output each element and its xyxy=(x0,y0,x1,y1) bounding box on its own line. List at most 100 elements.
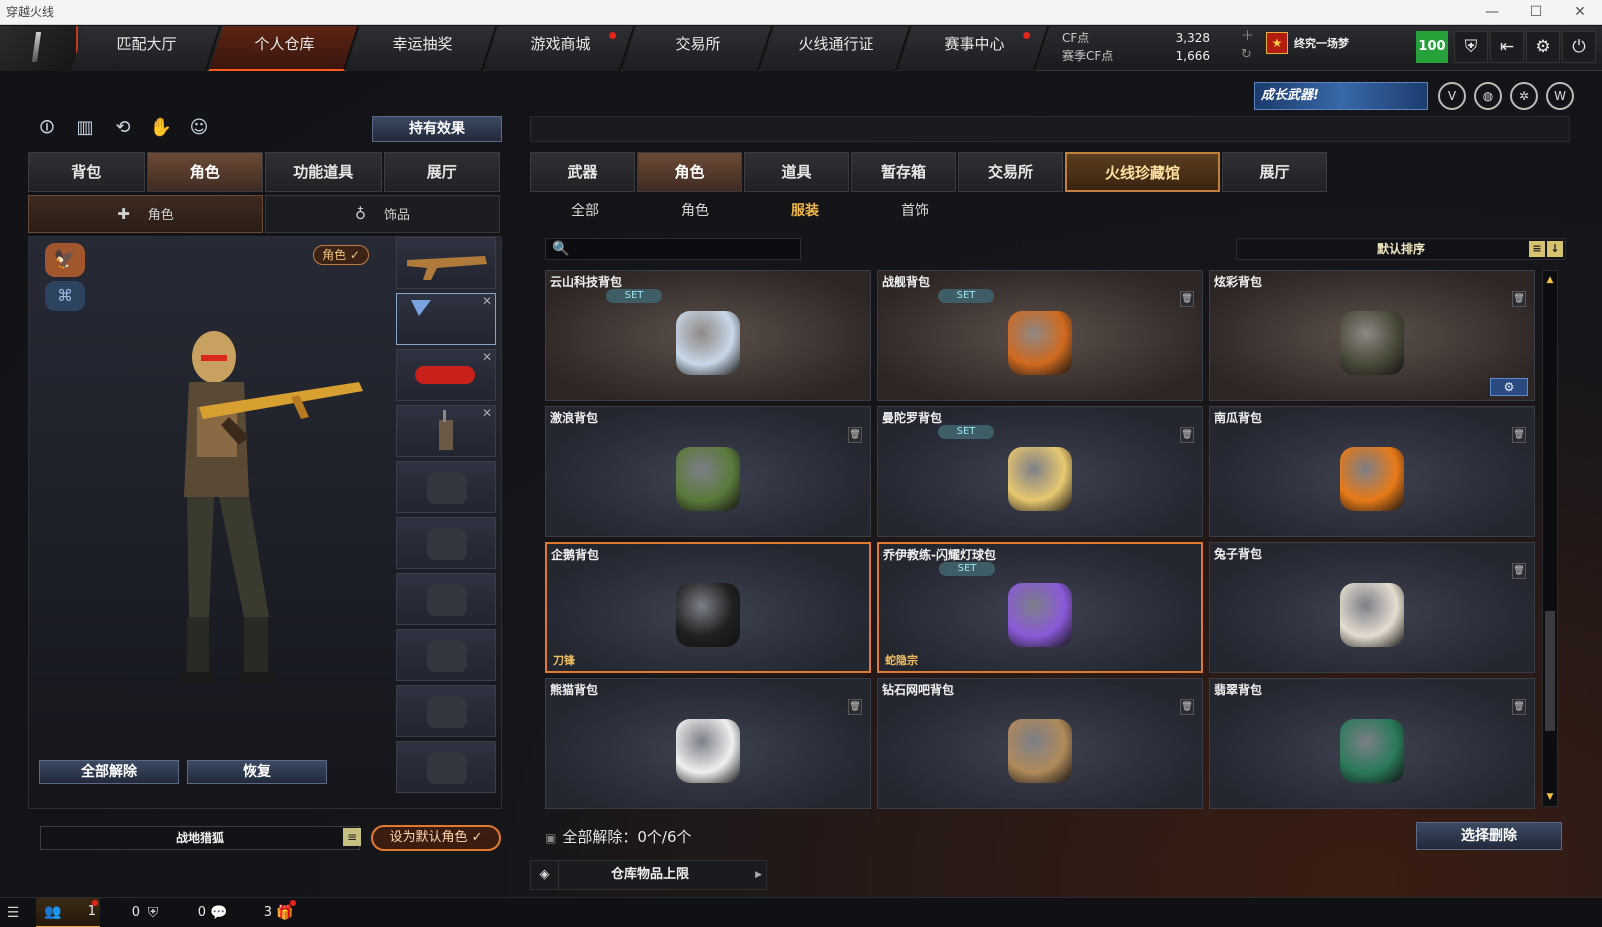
right-tab[interactable]: 暂存箱 xyxy=(851,152,956,192)
slot-gloves[interactable] xyxy=(396,629,496,681)
slot-emblem[interactable]: ✕ xyxy=(396,293,496,345)
right-subtab[interactable]: 服装 xyxy=(750,198,860,224)
gear-icon[interactable]: ⚙ xyxy=(1526,31,1560,63)
item-card[interactable]: 翡翠背包 🗑 xyxy=(1209,678,1535,809)
sort-down-icon[interactable]: ↓ xyxy=(1547,241,1563,257)
character-model[interactable] xyxy=(139,287,399,717)
item-scrollbar[interactable]: ▲ ▼ xyxy=(1542,270,1558,807)
pose-icon[interactable]: ✋ xyxy=(144,115,178,143)
left-subtab[interactable]: ✚ 角色 xyxy=(28,195,263,233)
trash-icon[interactable]: 🗑 xyxy=(1180,291,1194,307)
right-tab[interactable]: 交易所 xyxy=(958,152,1063,192)
slot-backpack[interactable] xyxy=(396,461,496,513)
nav-tab[interactable]: 幸运抽奖 xyxy=(346,26,498,71)
trash-icon[interactable]: 🗑 xyxy=(848,699,862,715)
bottom-group[interactable]: ☰ xyxy=(0,898,26,927)
minimize-icon[interactable]: — xyxy=(1470,0,1514,25)
right-subtab[interactable]: 首饰 xyxy=(860,198,970,224)
sort-dropdown[interactable]: 默认排序 ≡ ↓ xyxy=(1236,238,1566,260)
nav-tab[interactable]: 火线通行证 xyxy=(760,26,912,71)
holding-effect-button[interactable]: 持有效果 xyxy=(372,116,502,142)
right-tab[interactable]: 角色 xyxy=(637,152,742,192)
settings-gear-icon[interactable]: ⚙ xyxy=(1490,378,1528,396)
slot-radio[interactable]: ✕ xyxy=(396,405,496,457)
item-card[interactable]: 战舰背包 SET 🗑 xyxy=(877,270,1203,401)
nav-tab[interactable]: 赛事中心 xyxy=(898,26,1050,71)
right-tab[interactable]: 展厅 xyxy=(1222,152,1327,192)
level-badge[interactable]: 100 xyxy=(1416,31,1448,63)
item-card[interactable]: 南瓜背包 🗑 xyxy=(1209,406,1535,537)
trash-icon[interactable]: 🗑 xyxy=(1512,699,1526,715)
toggle-off-icon[interactable]: ⏼ xyxy=(30,115,64,143)
bottom-group[interactable]: 👥 1 xyxy=(36,897,100,927)
item-card[interactable]: 企鹅背包 刀锋 xyxy=(545,542,871,673)
scroll-down-icon[interactable]: ▼ xyxy=(1543,790,1557,804)
slot-pants[interactable] xyxy=(396,573,496,625)
item-card[interactable]: 云山科技背包 SET xyxy=(545,270,871,401)
slot-ring[interactable] xyxy=(396,741,496,793)
refresh-icon[interactable]: ↻ xyxy=(1241,46,1254,64)
list-view-icon[interactable]: ≡ xyxy=(1529,241,1545,257)
nav-tab[interactable]: 个人仓库 xyxy=(208,26,360,71)
trash-icon[interactable]: 🗑 xyxy=(848,427,862,443)
left-tab[interactable]: 展厅 xyxy=(383,152,500,192)
item-card[interactable]: 兔子背包 🗑 xyxy=(1209,542,1535,673)
right-subtab[interactable]: 全部 xyxy=(530,198,640,224)
gear-badge-icon[interactable]: ✲ xyxy=(1510,82,1538,110)
item-card[interactable]: 激浪背包 🗑 xyxy=(545,406,871,537)
bottom-group[interactable]: 0 💬 xyxy=(176,898,232,927)
left-tab[interactable]: 背包 xyxy=(28,152,145,192)
bottom-group[interactable]: 0 ⛨ xyxy=(110,898,166,927)
slot-goggles[interactable]: ✕ xyxy=(396,349,496,401)
plus-icon[interactable]: ＋ xyxy=(1241,28,1254,46)
wing-emblem-icon[interactable]: ⌘ xyxy=(45,281,85,311)
right-tab[interactable]: 武器 xyxy=(530,152,635,192)
item-card[interactable]: 炫彩背包 🗑 ⚙ xyxy=(1209,270,1535,401)
right-tab[interactable]: 火线珍藏馆 xyxy=(1065,152,1220,192)
left-subtab[interactable]: ♁ 饰品 xyxy=(265,195,500,233)
remove-icon[interactable]: ✕ xyxy=(482,294,492,308)
globe-icon[interactable]: ◍ xyxy=(1474,82,1502,110)
item-card[interactable]: 钻石网吧背包 🗑 xyxy=(877,678,1203,809)
restore-button[interactable]: 恢复 xyxy=(187,760,327,784)
slot-weapon[interactable] xyxy=(396,237,496,289)
wing-icon[interactable]: W xyxy=(1546,82,1574,110)
right-subtab[interactable]: 角色 xyxy=(640,198,750,224)
left-tab[interactable]: 功能道具 xyxy=(265,152,382,192)
nav-tab[interactable]: 交易所 xyxy=(622,26,774,71)
item-card[interactable]: 曼陀罗背包 SET 🗑 xyxy=(877,406,1203,537)
growth-weapon-banner[interactable]: 成长武器! xyxy=(1254,82,1428,110)
player-rank[interactable]: ★ 终究一场梦 xyxy=(1266,32,1349,54)
remove-icon[interactable]: ✕ xyxy=(482,350,492,364)
eagle-emblem-icon[interactable]: 🦅 xyxy=(45,243,85,277)
scroll-thumb[interactable] xyxy=(1545,611,1555,731)
release-all-button[interactable]: 全部解除 xyxy=(39,760,179,784)
game-logo[interactable] xyxy=(0,26,78,71)
choose-delete-button[interactable]: 选择删除 xyxy=(1416,822,1562,850)
trash-icon[interactable]: 🗑 xyxy=(1180,427,1194,443)
search-input[interactable]: 🔍 xyxy=(545,238,801,260)
left-tab[interactable]: 角色 xyxy=(146,152,263,192)
storage-limit-button[interactable]: ◈ 仓库物品上限 ▶ xyxy=(530,860,767,890)
trash-icon[interactable]: 🗑 xyxy=(1180,699,1194,715)
right-tab[interactable]: 道具 xyxy=(744,152,849,192)
rotate-icon[interactable]: ⟲ xyxy=(106,115,140,143)
nav-tab[interactable]: 游戏商城 xyxy=(484,26,636,71)
menu-icon[interactable]: ≡ xyxy=(343,828,361,846)
nav-tab[interactable]: 匹配大厅 xyxy=(70,26,222,71)
shield-icon[interactable]: ⛨ xyxy=(1454,31,1488,63)
item-card[interactable]: 熊猫背包 🗑 xyxy=(545,678,871,809)
trash-icon[interactable]: 🗑 xyxy=(1512,291,1526,307)
close-icon[interactable]: ✕ xyxy=(1558,0,1602,25)
character-badge[interactable]: 角色 ✓ xyxy=(313,245,369,265)
emblem-icon[interactable]: V xyxy=(1438,82,1466,110)
item-card[interactable]: 乔伊教练-闪耀灯球包 SET 蛇隐宗 xyxy=(877,542,1203,673)
scroll-up-icon[interactable]: ▲ xyxy=(1543,273,1557,287)
bottom-group[interactable]: 3 🎁 xyxy=(242,898,298,927)
trash-icon[interactable]: 🗑 xyxy=(1512,563,1526,579)
set-default-character-button[interactable]: 设为默认角色 ✓ xyxy=(371,825,501,851)
stats-icon[interactable]: ▥ xyxy=(68,115,102,143)
slot-vest[interactable] xyxy=(396,517,496,569)
trash-icon[interactable]: 🗑 xyxy=(1512,427,1526,443)
power-icon[interactable]: ⏻ xyxy=(1562,31,1596,63)
